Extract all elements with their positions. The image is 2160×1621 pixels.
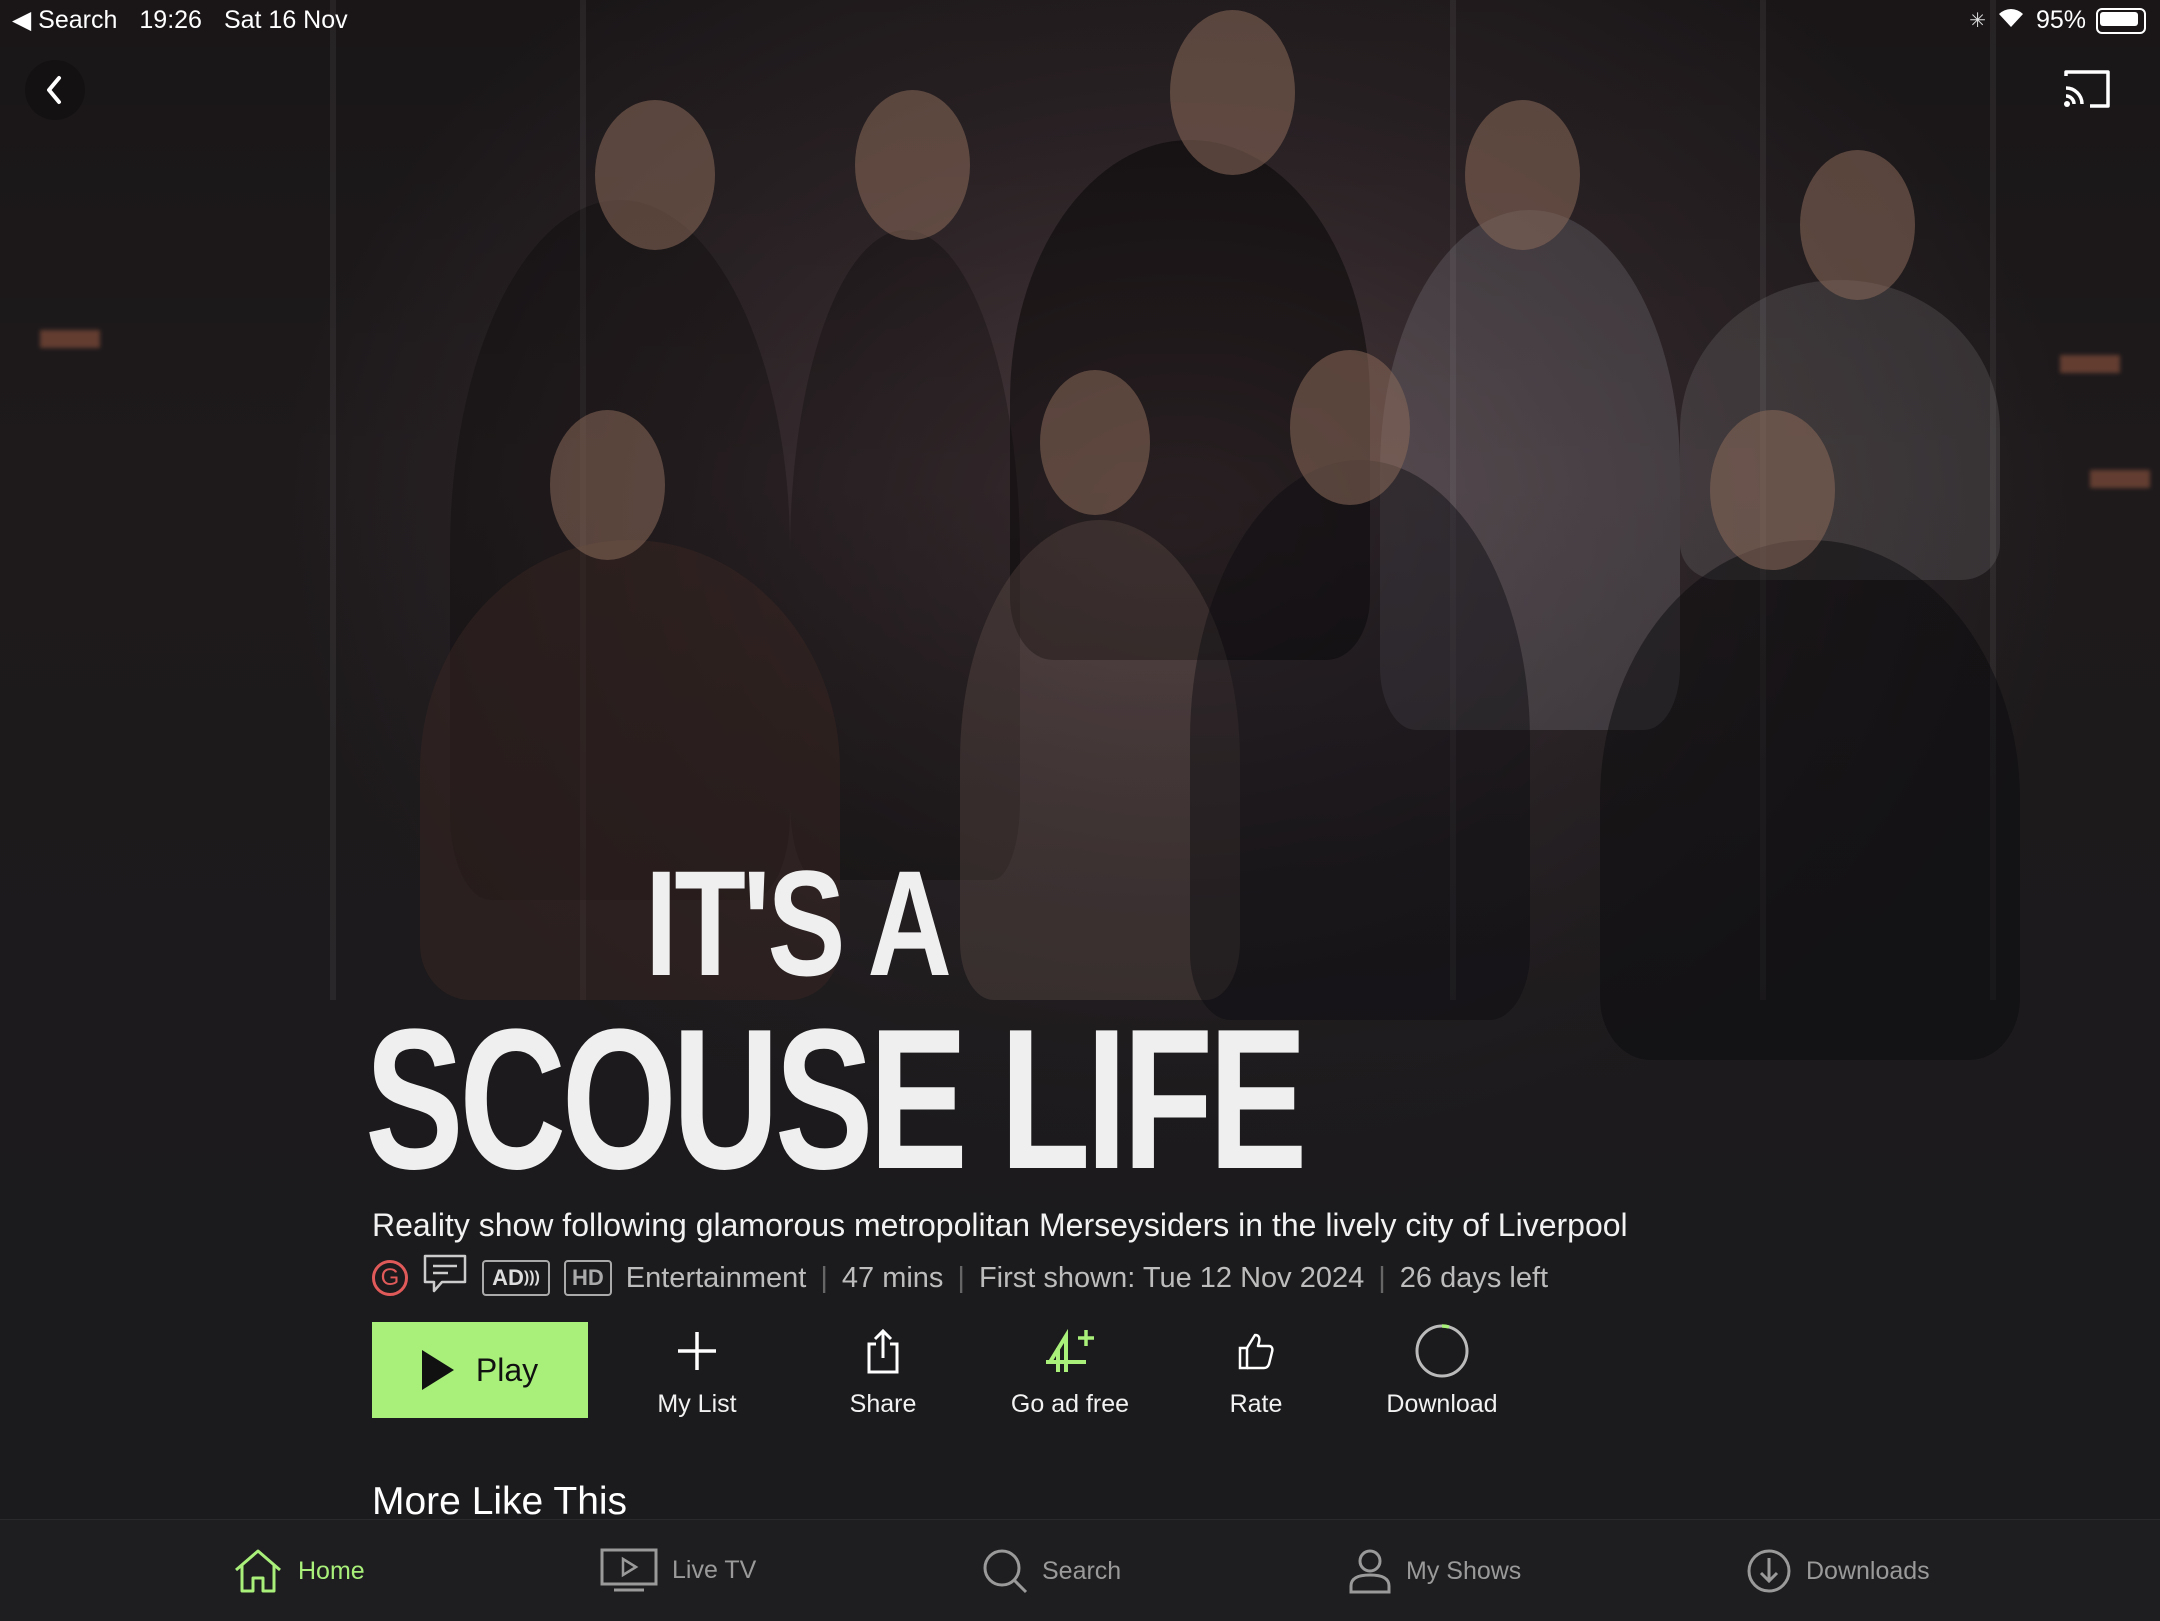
days-left: 26 days left (1399, 1261, 1549, 1294)
play-label: Play (475, 1351, 539, 1388)
rate-button[interactable]: Rate (1166, 1322, 1346, 1419)
hd-badge: HD (564, 1260, 612, 1296)
search-icon (983, 1549, 1028, 1594)
tab-bar: Home Live TV Search My Shows Downloads (0, 1519, 2160, 1621)
tab-home[interactable]: Home (232, 1548, 365, 1594)
download-icon (1747, 1549, 1791, 1593)
activity-icon: ✳ (1969, 10, 1986, 32)
back-to-app-link[interactable]: ◀ Search (12, 5, 117, 35)
subtitles-icon (422, 1253, 468, 1303)
more-like-this-heading: More Like This (372, 1480, 628, 1523)
tab-search[interactable]: Search (982, 1548, 1121, 1594)
status-date: Sat 16 Nov (223, 5, 348, 34)
battery-icon (2096, 7, 2146, 34)
audio-description-badge: AD))) (482, 1260, 550, 1296)
cast-button[interactable] (2060, 66, 2114, 112)
separator: | (1378, 1261, 1386, 1294)
play-icon (421, 1350, 454, 1390)
show-description: Reality show following glamorous metropo… (372, 1207, 1628, 1243)
back-button[interactable] (25, 60, 85, 120)
cast-icon (2064, 70, 2110, 108)
tab-downloads[interactable]: Downloads (1746, 1548, 1930, 1594)
genre: Entertainment (625, 1261, 807, 1294)
home-icon (235, 1549, 281, 1593)
go-ad-free-button[interactable]: Go ad free (980, 1322, 1160, 1419)
download-label: Download (1386, 1390, 1498, 1418)
duration: 47 mins (841, 1261, 944, 1294)
show-title-line-1: IT'S A (645, 839, 952, 1007)
plus-icon (678, 1332, 716, 1370)
rate-label: Rate (1229, 1390, 1283, 1418)
rating-badge: G (372, 1260, 408, 1296)
wifi-icon (1996, 5, 2026, 36)
my-list-button[interactable]: My List (607, 1322, 787, 1419)
battery-percent: 95% (2035, 6, 2086, 34)
tab-downloads-label: Downloads (1806, 1556, 1930, 1585)
show-meta-row: G AD))) HD Entertainment | 47 mins | Fir… (372, 1253, 1549, 1303)
separator: | (957, 1261, 965, 1294)
share-icon (867, 1328, 899, 1374)
first-shown: First shown: Tue 12 Nov 2024 (978, 1261, 1365, 1294)
play-button[interactable]: Play (372, 1322, 588, 1418)
thumbs-up-icon (1238, 1333, 1274, 1370)
download-button[interactable]: Download (1352, 1322, 1532, 1419)
status-bar: ◀ Search 19:26 Sat 16 Nov ✳ 95% (0, 0, 2160, 40)
action-row: Play My List Share Go ad free Rate Downl… (372, 1322, 1498, 1418)
tab-my-shows[interactable]: My Shows (1348, 1548, 1521, 1594)
share-button[interactable]: Share (793, 1322, 973, 1419)
chevron-left-icon (47, 76, 61, 104)
tv-icon (600, 1548, 658, 1592)
tab-live-tv-label: Live TV (672, 1555, 757, 1584)
separator: | (820, 1261, 828, 1294)
go-ad-free-label: Go ad free (1010, 1390, 1130, 1418)
audio-description-label: AD (492, 1265, 524, 1290)
channel4-plus-icon (1046, 1328, 1094, 1372)
share-label: Share (849, 1390, 917, 1418)
tab-my-shows-label: My Shows (1406, 1556, 1522, 1585)
tab-search-label: Search (1042, 1556, 1122, 1585)
show-title-line-2: SCOUSE LIFE (365, 988, 1307, 1211)
status-time: 19:26 (139, 5, 202, 34)
tab-live-tv[interactable]: Live TV (600, 1548, 756, 1592)
download-progress-icon (1415, 1324, 1469, 1378)
my-list-label: My List (657, 1390, 737, 1418)
tab-home-label: Home (298, 1556, 365, 1585)
user-icon (1349, 1549, 1391, 1594)
